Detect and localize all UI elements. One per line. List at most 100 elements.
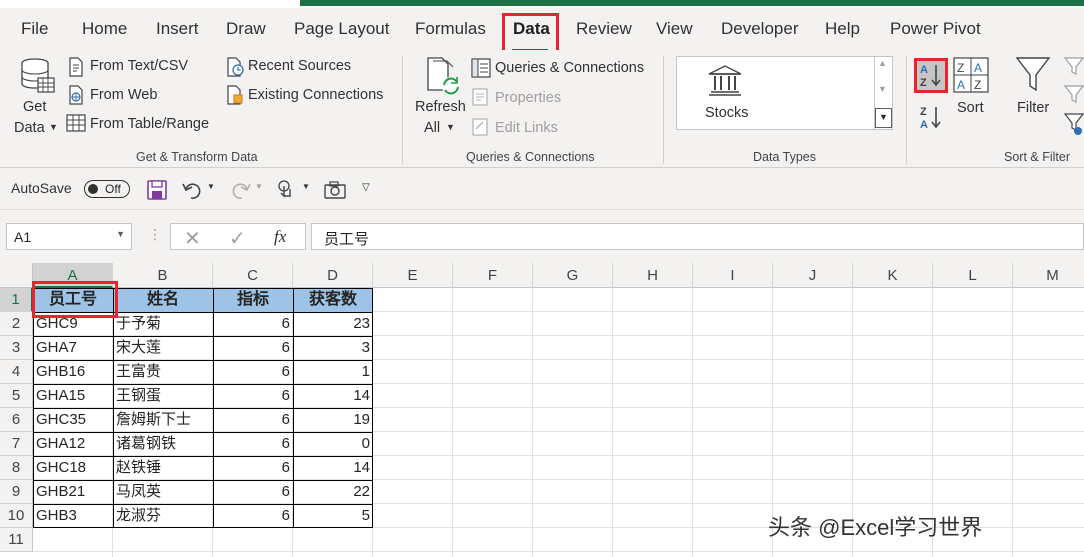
- from-web-button[interactable]: From Web: [90, 87, 157, 103]
- table-cell[interactable]: 马凤英: [113, 480, 213, 504]
- row-header-2[interactable]: 2: [0, 312, 33, 336]
- column-header-g[interactable]: G: [533, 263, 613, 288]
- tab-draw[interactable]: Draw: [226, 19, 266, 39]
- table-cell[interactable]: GHC18: [33, 456, 113, 480]
- from-table-range-button[interactable]: From Table/Range: [90, 116, 209, 132]
- formula-input[interactable]: 员工号: [311, 223, 1084, 250]
- save-icon[interactable]: [147, 180, 167, 200]
- table-cell[interactable]: 6: [213, 336, 293, 360]
- name-box[interactable]: A1 ▼: [6, 223, 132, 250]
- autosave-toggle[interactable]: Off: [84, 180, 130, 198]
- customize-qat-icon[interactable]: ▽: [362, 182, 370, 193]
- camera-icon[interactable]: [324, 180, 346, 200]
- table-cell[interactable]: 赵铁锤: [113, 456, 213, 480]
- queries-connections-button[interactable]: Queries & Connections: [495, 60, 644, 76]
- properties-button[interactable]: Properties: [495, 90, 561, 106]
- table-cell[interactable]: 诸葛钢铁: [113, 432, 213, 456]
- row-header-3[interactable]: 3: [0, 336, 33, 360]
- table-cell[interactable]: GHB3: [33, 504, 113, 528]
- table-header-cell[interactable]: 姓名: [113, 288, 213, 312]
- table-cell[interactable]: 6: [213, 456, 293, 480]
- table-cell[interactable]: 5: [293, 504, 373, 528]
- get-data-label-2[interactable]: Data: [14, 120, 45, 136]
- table-cell[interactable]: 于予菊: [113, 312, 213, 336]
- table-cell[interactable]: 王富贵: [113, 360, 213, 384]
- table-cell[interactable]: GHA15: [33, 384, 113, 408]
- table-cell[interactable]: 3: [293, 336, 373, 360]
- table-cell[interactable]: GHB16: [33, 360, 113, 384]
- column-header-j[interactable]: J: [773, 263, 853, 288]
- table-cell[interactable]: 6: [213, 384, 293, 408]
- insert-function-icon[interactable]: fx: [274, 227, 286, 247]
- table-cell[interactable]: 14: [293, 384, 373, 408]
- tab-insert[interactable]: Insert: [156, 19, 199, 39]
- tab-home[interactable]: Home: [82, 19, 127, 39]
- table-cell[interactable]: 1: [293, 360, 373, 384]
- chevron-down-icon[interactable]: ▼: [49, 122, 58, 132]
- table-cell[interactable]: 19: [293, 408, 373, 432]
- row-header-7[interactable]: 7: [0, 432, 33, 456]
- table-cell[interactable]: 6: [213, 432, 293, 456]
- select-all-corner[interactable]: [0, 263, 33, 288]
- table-cell[interactable]: 6: [213, 408, 293, 432]
- column-header-c[interactable]: C: [213, 263, 293, 288]
- table-cell[interactable]: 0: [293, 432, 373, 456]
- column-header-e[interactable]: E: [373, 263, 453, 288]
- gallery-up-icon[interactable]: ▲: [878, 58, 887, 68]
- column-header-m[interactable]: M: [1013, 263, 1084, 288]
- table-header-cell[interactable]: 获客数: [293, 288, 373, 312]
- row-header-5[interactable]: 5: [0, 384, 33, 408]
- table-cell[interactable]: 6: [213, 360, 293, 384]
- tab-review[interactable]: Review: [576, 19, 632, 39]
- tab-formulas[interactable]: Formulas: [415, 19, 486, 39]
- column-header-l[interactable]: L: [933, 263, 1013, 288]
- tab-developer[interactable]: Developer: [721, 19, 799, 39]
- redo-icon[interactable]: [229, 180, 251, 200]
- table-cell[interactable]: GHA12: [33, 432, 113, 456]
- row-header-4[interactable]: 4: [0, 360, 33, 384]
- enter-icon[interactable]: ✓: [229, 226, 246, 251]
- column-header-b[interactable]: B: [113, 263, 213, 288]
- table-cell[interactable]: 詹姆斯下士: [113, 408, 213, 432]
- row-header-6[interactable]: 6: [0, 408, 33, 432]
- refresh-all-label-2[interactable]: All: [424, 120, 440, 136]
- gallery-more-icon[interactable]: ▼: [875, 108, 892, 128]
- cancel-icon[interactable]: ✕: [184, 226, 201, 251]
- touch-dropdown-icon[interactable]: ▼: [302, 182, 310, 191]
- tab-page-layout[interactable]: Page Layout: [294, 19, 389, 39]
- tab-view[interactable]: View: [656, 19, 693, 39]
- table-cell[interactable]: 6: [213, 480, 293, 504]
- row-header-8[interactable]: 8: [0, 456, 33, 480]
- table-cell[interactable]: GHA7: [33, 336, 113, 360]
- chevron-down-icon[interactable]: ▼: [446, 122, 455, 132]
- row-header-9[interactable]: 9: [0, 480, 33, 504]
- table-cell[interactable]: 王钢蛋: [113, 384, 213, 408]
- table-cell[interactable]: 宋大莲: [113, 336, 213, 360]
- stocks-button[interactable]: Stocks: [705, 105, 749, 121]
- from-text-csv-button[interactable]: From Text/CSV: [90, 58, 188, 74]
- recent-sources-button[interactable]: Recent Sources: [248, 58, 351, 74]
- row-header-11[interactable]: 11: [0, 528, 33, 552]
- existing-connections-button[interactable]: Existing Connections: [248, 87, 383, 103]
- table-cell[interactable]: 6: [213, 312, 293, 336]
- column-header-d[interactable]: D: [293, 263, 373, 288]
- table-cell[interactable]: 14: [293, 456, 373, 480]
- touch-mode-icon[interactable]: [276, 179, 296, 201]
- tab-help[interactable]: Help: [825, 19, 860, 39]
- filter-button[interactable]: Filter: [1017, 100, 1049, 116]
- redo-dropdown-icon[interactable]: ▼: [255, 182, 263, 191]
- sort-ascending-button[interactable]: A Z: [914, 58, 948, 93]
- undo-dropdown-icon[interactable]: ▼: [207, 182, 215, 191]
- undo-icon[interactable]: [182, 180, 204, 200]
- chevron-down-icon[interactable]: ▼: [116, 229, 125, 239]
- tab-power-pivot[interactable]: Power Pivot: [890, 19, 981, 39]
- table-header-cell[interactable]: 指标: [213, 288, 293, 312]
- table-cell[interactable]: 22: [293, 480, 373, 504]
- table-cell[interactable]: GHC35: [33, 408, 113, 432]
- table-cell[interactable]: GHB21: [33, 480, 113, 504]
- gallery-down-icon[interactable]: ▼: [878, 84, 887, 94]
- column-header-i[interactable]: I: [693, 263, 773, 288]
- get-data-label[interactable]: Get: [23, 99, 46, 115]
- column-header-k[interactable]: K: [853, 263, 933, 288]
- table-cell[interactable]: 6: [213, 504, 293, 528]
